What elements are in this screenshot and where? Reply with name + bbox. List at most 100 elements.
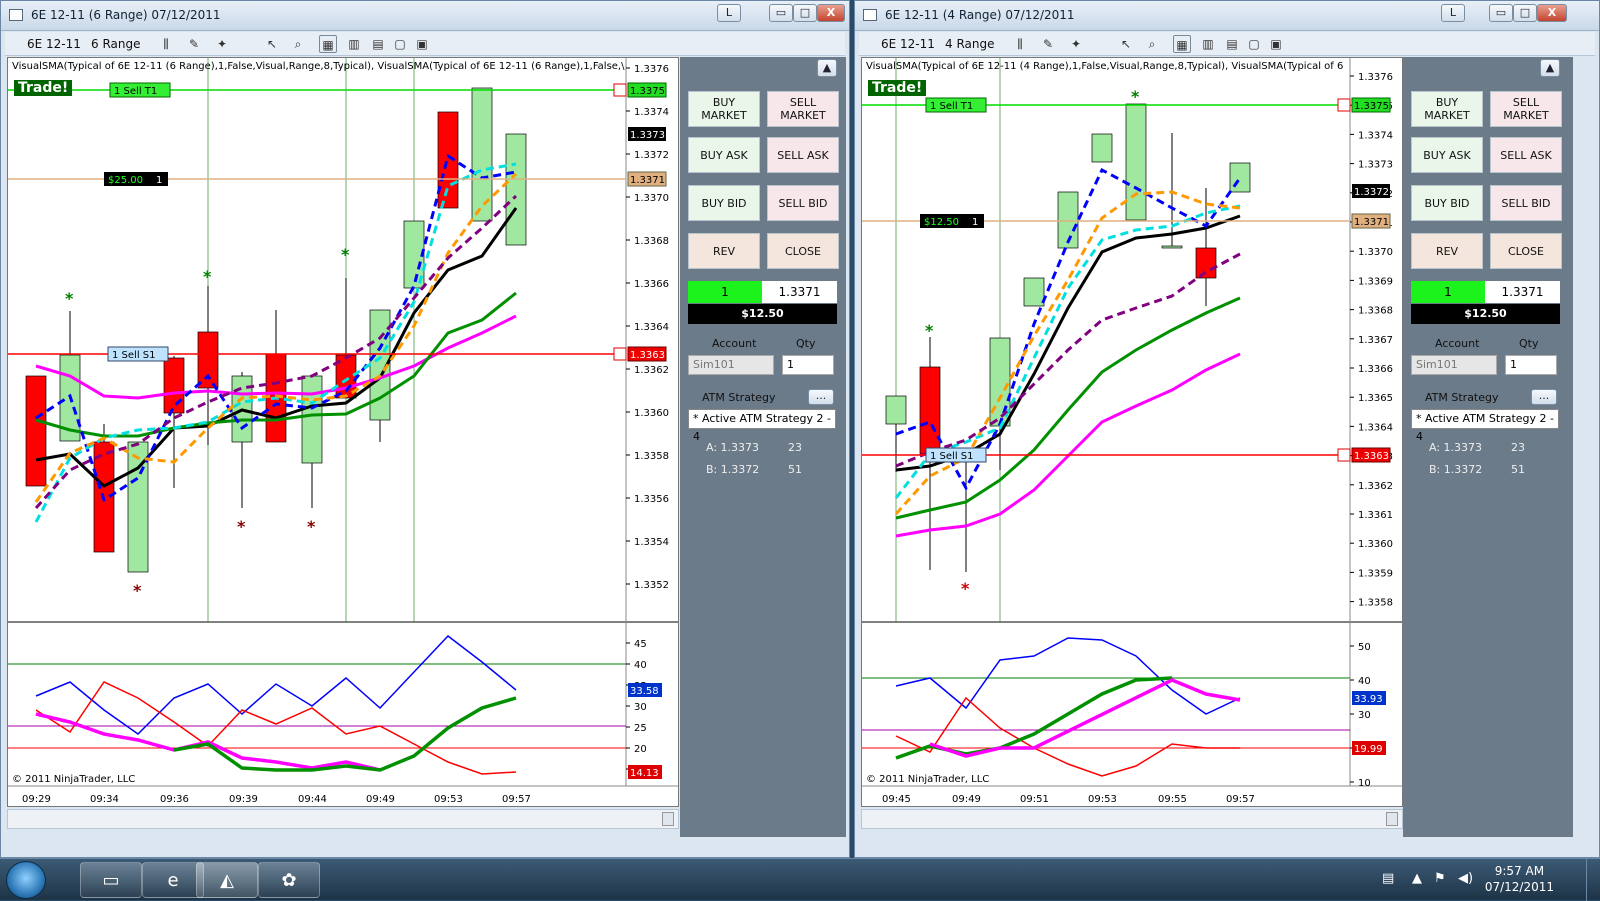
close-position-button[interactable]: CLOSE: [1490, 233, 1562, 269]
sell-ask-button[interactable]: SELL ASK: [1490, 137, 1562, 173]
price-tick-label: 1.3368: [634, 236, 669, 247]
buy-ask-button[interactable]: BUY ASK: [1411, 137, 1483, 173]
account-select[interactable]: Sim101: [688, 355, 774, 375]
horizontal-scrollbar[interactable]: [7, 809, 679, 829]
bar-type-icon[interactable]: ⫼: [157, 35, 175, 53]
minimize-button[interactable]: ▭: [769, 4, 793, 22]
period-selector[interactable]: 6 Range: [91, 37, 140, 51]
reverse-button[interactable]: REV: [688, 233, 760, 269]
panel-collapse-button[interactable]: ▲: [1540, 59, 1560, 77]
buy-bid-button[interactable]: BUY BID: [688, 185, 760, 221]
chart-trader-icon[interactable]: ▦: [1173, 35, 1191, 53]
properties-icon[interactable]: ▢: [391, 35, 409, 53]
chart-window-left[interactable]: 6E 12-11 (6 Range) 07/12/2011 L ▭ □ X 6E…: [0, 0, 850, 858]
atm-options-button[interactable]: ...: [808, 389, 834, 405]
start-button[interactable]: [6, 861, 46, 899]
scrollbar-thumb[interactable]: [662, 812, 674, 826]
position-quantity: 1: [1411, 281, 1485, 303]
atm-options-button[interactable]: ...: [1531, 389, 1557, 405]
instrument-selector[interactable]: 6E 12-11: [27, 37, 81, 51]
data-box-icon[interactable]: ▣: [413, 35, 431, 53]
drawing-tool-icon[interactable]: ✎: [1039, 35, 1057, 53]
time-label: 09:44: [298, 794, 327, 805]
strategies-icon[interactable]: ▤: [1223, 35, 1241, 53]
crosshair-icon[interactable]: ✦: [213, 35, 231, 53]
buy-ask-button[interactable]: BUY ASK: [688, 137, 760, 173]
osc-tick-label: 50: [1358, 642, 1371, 653]
horizontal-scrollbar[interactable]: [861, 809, 1403, 829]
sell-ask-button[interactable]: SELL ASK: [767, 137, 839, 173]
sell-market-button[interactable]: SELL MARKET: [1490, 91, 1562, 127]
account-select[interactable]: Sim101: [1411, 355, 1497, 375]
tray-expand-icon[interactable]: ▲: [1412, 871, 1422, 886]
zoom-icon[interactable]: ⌕: [289, 35, 307, 53]
atm-strategy-select[interactable]: * Active ATM Strategy 2 - 4: [688, 409, 836, 443]
title-bar[interactable]: 6E 12-11 (4 Range) 07/12/2011 L ▭ □ X: [855, 1, 1599, 31]
properties-icon[interactable]: ▢: [1245, 35, 1263, 53]
panel-collapse-button[interactable]: ▲: [817, 59, 837, 77]
atm-strategy-select[interactable]: * Active ATM Strategy 2 - 4: [1411, 409, 1559, 443]
link-button[interactable]: L: [717, 4, 741, 22]
price-chart-left[interactable]: 1.3376 1.3374 1.3372 1.3370 1.3368 1.3366 1.33…: [7, 57, 679, 807]
osc-tick-label: 10: [1358, 778, 1371, 789]
instrument-selector[interactable]: 6E 12-11: [881, 37, 935, 51]
close-position-button[interactable]: CLOSE: [767, 233, 839, 269]
chart-trader-icon[interactable]: ▦: [319, 35, 337, 53]
browser-taskbar-icon[interactable]: e: [142, 862, 204, 898]
buy-market-button[interactable]: BUY MARKET: [688, 91, 760, 127]
paint-taskbar-icon[interactable]: ✿: [258, 862, 320, 898]
buy-bid-button[interactable]: BUY BID: [1411, 185, 1483, 221]
chart-toolbar: 6E 12-11 6 Range ⫼ ✎ ✦ ↖ ⌕ ▦ ▥ ▤ ▢ ▣: [5, 32, 845, 56]
title-bar[interactable]: 6E 12-11 (6 Range) 07/12/2011 L ▭ □ X: [1, 1, 849, 31]
entry-pnl-label: $25.00: [108, 175, 143, 186]
signal-star: *: [133, 581, 142, 600]
pointer-icon[interactable]: ↖: [263, 35, 281, 53]
oscillator-line: [929, 678, 1241, 758]
taskbar: ▭ e ◭ ✿ ▤ ▲ ⚑ ◀) 9:57 AM 07/12/2011: [0, 858, 1600, 901]
sell-bid-button[interactable]: SELL BID: [1490, 185, 1562, 221]
pointer-icon[interactable]: ↖: [1117, 35, 1135, 53]
price-tick-label: 1.3370: [1358, 247, 1393, 258]
atm-strategy-label: ATM Strategy: [1425, 391, 1499, 404]
close-window-button[interactable]: X: [817, 4, 845, 22]
chart-window-right[interactable]: 6E 12-11 (4 Range) 07/12/2011 L ▭ □ X 6E…: [854, 0, 1600, 858]
maximize-button[interactable]: □: [1513, 4, 1537, 22]
indicators-icon[interactable]: ▥: [1199, 35, 1217, 53]
entry-qty-label: 1: [156, 175, 162, 186]
ninjatrader-taskbar-icon[interactable]: ◭: [196, 862, 258, 898]
reverse-button[interactable]: REV: [1411, 233, 1483, 269]
qty-stepper[interactable]: 1: [1505, 355, 1557, 375]
zoom-icon[interactable]: ⌕: [1143, 35, 1161, 53]
explorer-taskbar-icon[interactable]: ▭: [80, 862, 142, 898]
strategies-icon[interactable]: ▤: [369, 35, 387, 53]
crosshair-icon[interactable]: ✦: [1067, 35, 1085, 53]
drawing-tool-icon[interactable]: ✎: [185, 35, 203, 53]
qty-stepper[interactable]: 1: [782, 355, 834, 375]
network-icon[interactable]: ▤: [1382, 871, 1394, 886]
minimize-button[interactable]: ▭: [1489, 4, 1513, 22]
target-order-label: 1 Sell T1: [930, 101, 973, 112]
candle: [885, 395, 907, 425]
last-price-label: 1.3373: [630, 130, 665, 141]
osc-tick-label: 40: [634, 660, 647, 671]
target-price-label: 1.3375: [630, 86, 665, 97]
close-window-button[interactable]: X: [1537, 4, 1567, 22]
volume-icon[interactable]: ◀): [1458, 871, 1473, 886]
chart-window-icon: [9, 9, 23, 21]
period-selector[interactable]: 4 Range: [945, 37, 994, 51]
action-center-icon[interactable]: ⚑: [1434, 871, 1446, 886]
osc-tick-label: 30: [1358, 710, 1371, 721]
buy-market-button[interactable]: BUY MARKET: [1411, 91, 1483, 127]
data-box-icon[interactable]: ▣: [1267, 35, 1285, 53]
bar-type-icon[interactable]: ⫼: [1011, 35, 1029, 53]
sell-bid-button[interactable]: SELL BID: [767, 185, 839, 221]
price-chart-right[interactable]: 1.3376 1.3375 1.3374 1.3373 1.3372 1.3371 1.33…: [861, 57, 1403, 807]
system-clock[interactable]: 9:57 AM 07/12/2011: [1485, 863, 1554, 895]
scrollbar-thumb[interactable]: [1386, 812, 1398, 826]
show-desktop-button[interactable]: [1586, 859, 1600, 901]
sell-market-button[interactable]: SELL MARKET: [767, 91, 839, 127]
link-button[interactable]: L: [1441, 4, 1465, 22]
maximize-button[interactable]: □: [793, 4, 817, 22]
indicators-icon[interactable]: ▥: [345, 35, 363, 53]
stop-order-label: 1 Sell S1: [112, 350, 156, 361]
